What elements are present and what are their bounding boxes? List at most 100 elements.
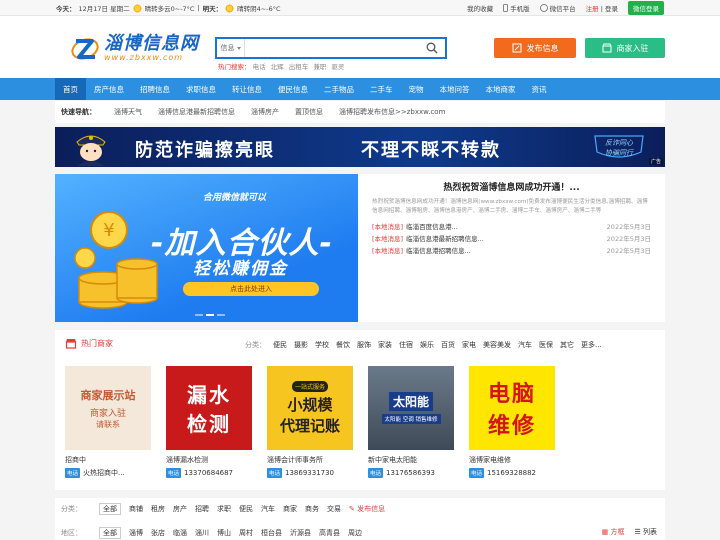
- hot-keyword[interactable]: 兼职: [313, 63, 326, 71]
- news-headline[interactable]: 热烈祝贺淄博信息网成功开通！...: [372, 180, 651, 194]
- type-filter-option[interactable]: 交易: [327, 504, 341, 514]
- nav-item-secondhand[interactable]: 二手物品: [316, 78, 362, 100]
- merchant-category[interactable]: 餐饮: [336, 340, 350, 350]
- nav-item-housing[interactable]: 房产信息: [86, 78, 132, 100]
- merchant-category[interactable]: 便民: [273, 340, 287, 350]
- merchant-image: 电脑 维修: [469, 366, 555, 450]
- grid-view-button[interactable]: ▦ 方框: [602, 527, 625, 537]
- type-filter-option[interactable]: 便民: [239, 504, 253, 514]
- quick-nav-item[interactable]: 淄博房产: [243, 107, 287, 117]
- type-filter-option[interactable]: 商家: [283, 504, 297, 514]
- merchant-card[interactable]: 漏水 检测 淄博漏水检测 电话 13370684687: [166, 366, 252, 478]
- area-filter-option[interactable]: 全部: [99, 527, 121, 539]
- list-view-button[interactable]: ☰ 列表: [634, 527, 657, 537]
- hot-keyword[interactable]: 北辉: [271, 63, 284, 71]
- nav-item-merchants[interactable]: 本地商家: [478, 78, 524, 100]
- hot-keyword[interactable]: 电话: [253, 63, 266, 71]
- search-button[interactable]: [419, 39, 445, 57]
- merchant-category[interactable]: 摄影: [294, 340, 308, 350]
- news-item[interactable]: [本地消息] 临淄百度信息港... 2022年5月3日: [372, 220, 651, 232]
- carousel-dot[interactable]: [195, 314, 203, 316]
- post-info-link[interactable]: ✎ 发布信息: [349, 504, 385, 514]
- phone-icon: [503, 4, 509, 12]
- carousel-dot[interactable]: [217, 314, 225, 316]
- quick-nav-label: 快速导航：: [61, 108, 96, 116]
- nav-item-job-seeking[interactable]: 求职信息: [178, 78, 224, 100]
- post-info-button[interactable]: 发布信息: [494, 38, 576, 58]
- area-filter-option[interactable]: 临淄: [173, 528, 187, 538]
- main-nav: 首页 房产信息 招聘信息 求职信息 转让信息 便民信息 二手物品 二手车 宠物 …: [0, 78, 720, 100]
- type-filter-option[interactable]: 商铺: [129, 504, 143, 514]
- promo-enter-button[interactable]: 点击此处进入: [183, 282, 319, 296]
- site-logo[interactable]: 淄博信息网 www.zbxxw.com: [70, 33, 199, 63]
- area-filter-option[interactable]: 桓台县: [261, 528, 282, 538]
- quick-nav-item[interactable]: 淄博招聘发布信息>>zbxxw.com: [331, 107, 453, 117]
- merchant-card[interactable]: 商家展示站 商家入驻 请联系 招商中 电话 火热招商中...: [65, 366, 151, 478]
- wechat-login-button[interactable]: 微信登录: [628, 1, 664, 15]
- nav-item-used-cars[interactable]: 二手车: [362, 78, 401, 100]
- quick-nav-item[interactable]: 淄博天气: [106, 107, 150, 117]
- merchant-category[interactable]: 百货: [441, 340, 455, 350]
- nav-item-home[interactable]: 首页: [55, 78, 86, 100]
- nav-item-transfer[interactable]: 转让信息: [224, 78, 270, 100]
- today-date: 12月17日 星期二: [78, 5, 130, 13]
- search-input[interactable]: [245, 39, 419, 57]
- header: 淄博信息网 www.zbxxw.com 信息 热门搜索： 电话 北辉 出租车 兼…: [0, 16, 720, 78]
- merchant-category[interactable]: 汽车: [518, 340, 532, 350]
- merchant-category[interactable]: 美容美发: [483, 340, 511, 350]
- merchant-card[interactable]: 太阳能 太阳能 空调 销售维修 新中家电太阳能 电话 13176586393: [368, 366, 454, 478]
- quick-nav-item[interactable]: 置顶信息: [287, 107, 331, 117]
- sunny-icon: [132, 3, 142, 13]
- hot-keyword[interactable]: 出租车: [289, 63, 309, 71]
- type-filter-option[interactable]: 全部: [99, 503, 121, 515]
- merchant-category[interactable]: 其它: [560, 340, 574, 350]
- merchant-join-button[interactable]: 商家入驻: [585, 38, 665, 58]
- merchant-category[interactable]: 服饰: [357, 340, 371, 350]
- area-filter-option[interactable]: 博山: [217, 528, 231, 538]
- nav-item-services[interactable]: 便民信息: [270, 78, 316, 100]
- nav-item-pets[interactable]: 宠物: [401, 78, 432, 100]
- merchant-category[interactable]: 住宿: [399, 340, 413, 350]
- type-filter-option[interactable]: 求职: [217, 504, 231, 514]
- merchant-category[interactable]: 家电: [462, 340, 476, 350]
- tomorrow-weather: 晴转阴4~-6°C: [237, 5, 281, 13]
- quick-nav-item[interactable]: 淄博信息港最新招聘信息: [150, 107, 243, 117]
- news-item[interactable]: [本地消息] 临淄信息港招聘信息... 2022年5月3日: [372, 244, 651, 256]
- search-bar: 信息: [215, 37, 447, 59]
- type-filter-option[interactable]: 招聘: [195, 504, 209, 514]
- merchant-card[interactable]: 电脑 维修 淄博家电维修 电话 15169328882: [469, 366, 555, 478]
- area-filter-option[interactable]: 淄博: [129, 528, 143, 538]
- area-filter-option[interactable]: 淄川: [195, 528, 209, 538]
- anti-fraud-banner[interactable]: 防范诈骗擦亮眼 不理不睬不转款 反诈同心 协骗同行 广告: [55, 127, 665, 167]
- nav-item-news[interactable]: 资讯: [524, 78, 555, 100]
- merchant-category[interactable]: 娱乐: [420, 340, 434, 350]
- news-item[interactable]: [本地消息] 临淄信息港最新招聘信息... 2022年5月3日: [372, 232, 651, 244]
- login-link[interactable]: 登录: [605, 5, 618, 13]
- area-filter-option[interactable]: 张店: [151, 528, 165, 538]
- merchant-card[interactable]: 一站式服务 小规模 代理记账 淄博会计师事务所 电话 13869331730: [267, 366, 353, 478]
- type-filter-option[interactable]: 租房: [151, 504, 165, 514]
- area-filter-option[interactable]: 沂源县: [290, 528, 311, 538]
- hot-keyword[interactable]: 驱灵: [331, 63, 344, 71]
- area-filter-option[interactable]: 周村: [239, 528, 253, 538]
- type-filter-option[interactable]: 商务: [305, 504, 319, 514]
- nav-item-qa[interactable]: 本地问答: [432, 78, 478, 100]
- merchant-phone: 电话 15169328882: [469, 468, 537, 478]
- merchant-category[interactable]: 医保: [539, 340, 553, 350]
- search-category-select[interactable]: 信息: [217, 39, 245, 57]
- merchant-category[interactable]: 学校: [315, 340, 329, 350]
- partner-promo-carousel[interactable]: ¥ 合用微信就可以 -加入合伙人- 轻松赚佣金 点击此处进入: [55, 174, 358, 322]
- mobile-link[interactable]: 手机版: [503, 3, 530, 13]
- merchant-category[interactable]: 家装: [378, 340, 392, 350]
- type-filter-option[interactable]: 房产: [173, 504, 187, 514]
- nav-item-jobs[interactable]: 招聘信息: [132, 78, 178, 100]
- merchant-category[interactable]: 更多...: [581, 340, 602, 350]
- register-link[interactable]: 注册: [586, 5, 599, 13]
- type-filter-option[interactable]: 汽车: [261, 504, 275, 514]
- carousel-dot[interactable]: [206, 314, 214, 316]
- wechat-link[interactable]: 微信平台: [539, 3, 576, 13]
- area-filter-option[interactable]: 高青县: [319, 528, 340, 538]
- favorites-link[interactable]: 我的收藏: [467, 3, 493, 13]
- type-filter-row: 分类： 全部 商铺 租房 房产 招聘 求职 便民 汽车 商家 商务 交易 ✎ 发…: [61, 503, 386, 515]
- area-filter-option[interactable]: 周边: [348, 528, 362, 538]
